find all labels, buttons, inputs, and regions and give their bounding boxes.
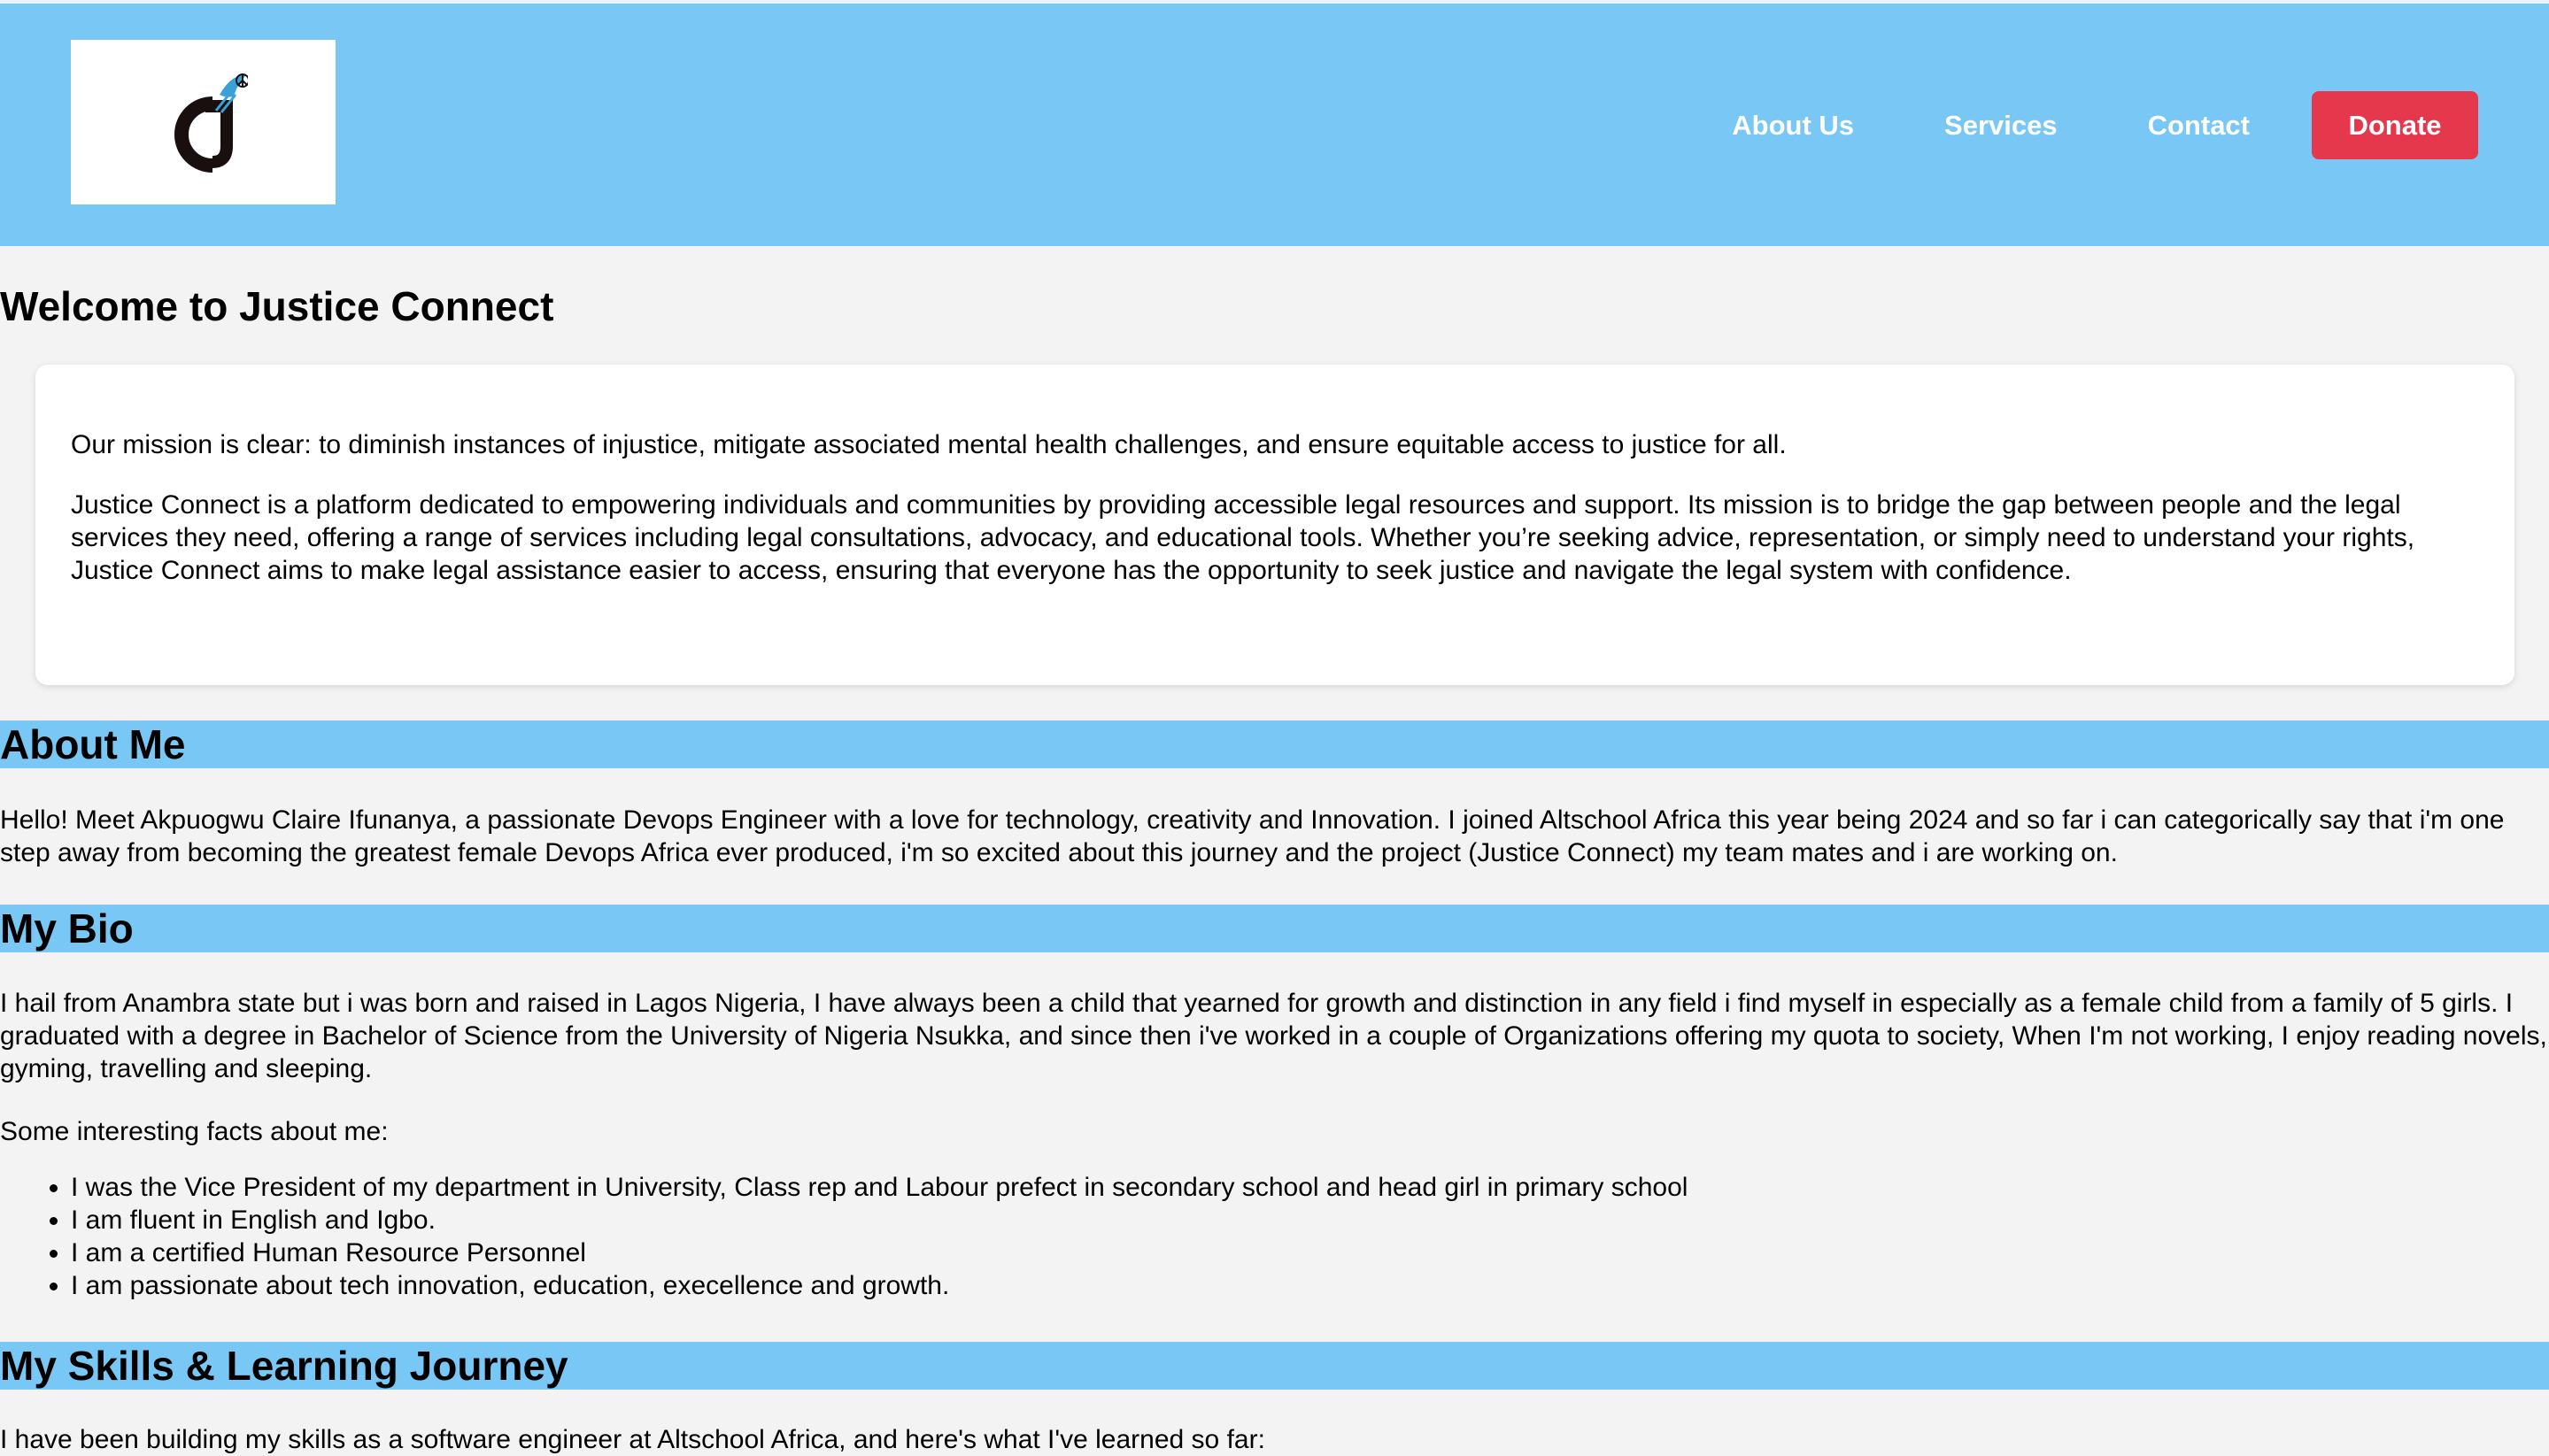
about-heading: About Me	[0, 720, 2549, 768]
skills-intro: I have been building my skills as a soft…	[0, 1425, 1265, 1454]
main-nav: About Us Services Contact Donate	[1732, 91, 2478, 159]
mission-card: Our mission is clear: to diminish instan…	[35, 365, 2514, 685]
mission-description: Justice Connect is a platform dedicated …	[71, 490, 2415, 585]
nav-contact[interactable]: Contact	[2148, 110, 2250, 142]
mission-statement: Our mission is clear: to diminish instan…	[71, 430, 1787, 459]
donate-button[interactable]: Donate	[2312, 91, 2478, 159]
facts-intro: Some interesting facts about me:	[0, 1117, 389, 1146]
list-item: I am passionate about tech innovation, e…	[71, 1269, 1688, 1302]
logo[interactable]	[71, 40, 336, 204]
justice-connect-logo-icon	[174, 73, 248, 173]
site-header: About Us Services Contact Donate	[0, 4, 2549, 246]
bio-heading: My Bio	[0, 905, 2549, 952]
page-title: Welcome to Justice Connect	[0, 283, 554, 329]
list-item: I was the Vice President of my departmen…	[71, 1171, 1688, 1204]
list-item: I am a certified Human Resource Personne…	[71, 1236, 1688, 1269]
list-item: I am fluent in English and Igbo.	[71, 1204, 1688, 1236]
facts-list: I was the Vice President of my departmen…	[0, 1171, 1688, 1302]
nav-services[interactable]: Services	[1944, 110, 2058, 142]
about-text: Hello! Meet Akpuogwu Claire Ifunanya, a …	[0, 805, 2505, 867]
bio-text: I hail from Anambra state but i was born…	[0, 989, 2547, 1083]
skills-heading: My Skills & Learning Journey	[0, 1342, 2549, 1390]
nav-about-us[interactable]: About Us	[1732, 110, 1854, 142]
